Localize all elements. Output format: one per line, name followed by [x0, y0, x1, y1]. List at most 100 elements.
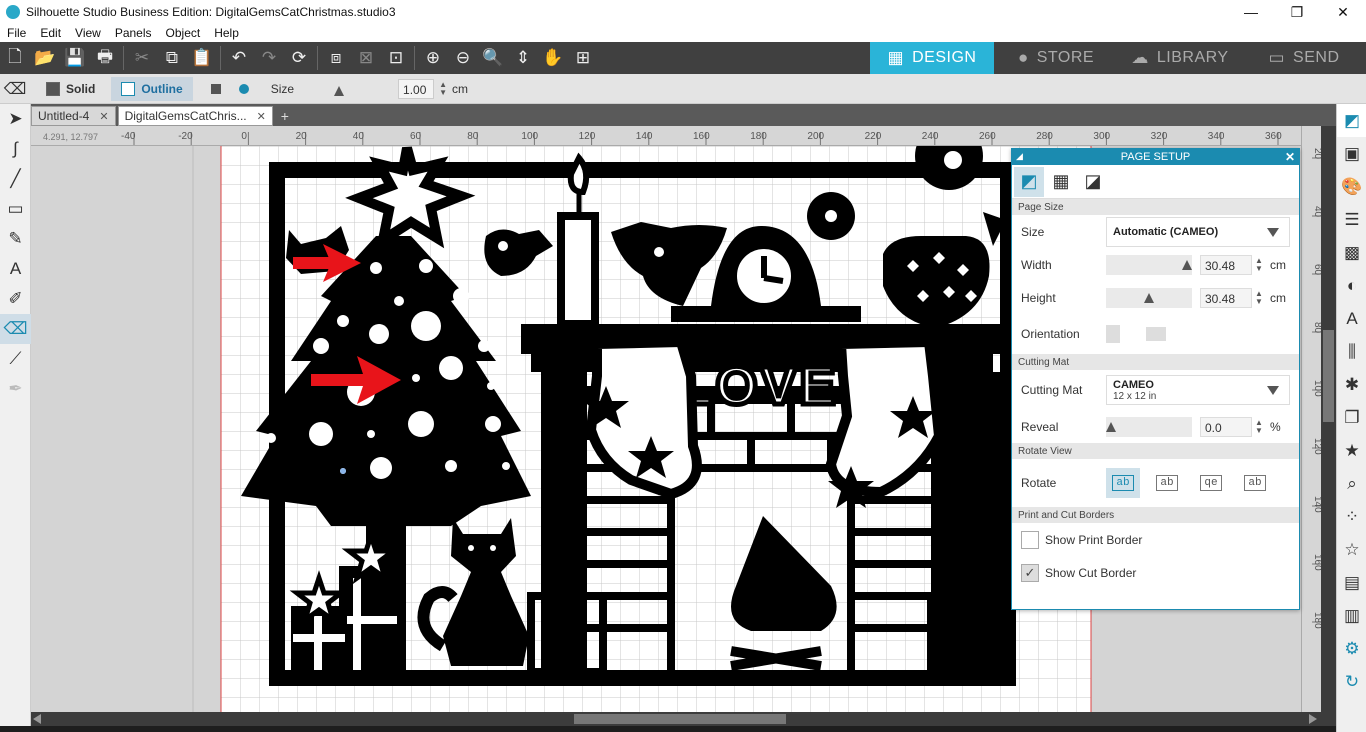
cut-icon[interactable]: ✂	[127, 43, 157, 73]
show-print-border-checkbox[interactable]	[1021, 530, 1039, 549]
size-dropdown[interactable]: Automatic (CAMEO)	[1106, 216, 1290, 247]
eraser-tool-icon[interactable]: ⌫	[0, 314, 31, 344]
zoom-selection-icon[interactable]: 🔍	[478, 43, 508, 73]
rotate-180-button[interactable]: qe	[1194, 468, 1228, 498]
show-cut-border-checkbox[interactable]: ✓	[1021, 563, 1039, 582]
background-tab-icon[interactable]: ◪	[1078, 167, 1108, 197]
width-slider[interactable]	[1106, 254, 1192, 275]
refresh-icon[interactable]: ⟳	[284, 43, 314, 73]
tab-design[interactable]: ▦ DESIGN	[870, 42, 994, 74]
height-slider[interactable]	[1106, 287, 1192, 308]
page-setup-icon[interactable]: ◩	[1337, 104, 1366, 137]
height-spinner[interactable]: ▲ ▼	[1254, 289, 1264, 306]
rotate-0-button[interactable]: ab	[1106, 468, 1140, 498]
eyedropper-icon[interactable]: ✒	[0, 374, 31, 404]
knife-tool-icon[interactable]: ⟋	[0, 344, 31, 374]
select-tool-icon[interactable]: ➤	[0, 104, 31, 134]
rectangle-tool-icon[interactable]: ▭	[0, 194, 31, 224]
horizontal-scrollbar[interactable]	[31, 712, 1321, 726]
line-tool-icon[interactable]: ╱	[0, 164, 31, 194]
tab-send[interactable]: ▭ SEND	[1242, 42, 1366, 74]
reveal-slider-handle[interactable]	[1106, 421, 1116, 432]
menu-file[interactable]: File	[0, 26, 33, 40]
transform-icon[interactable]: ✱	[1337, 368, 1366, 401]
slider-handle[interactable]	[334, 85, 345, 96]
zoom-in-icon[interactable]: ⊕	[418, 43, 448, 73]
add-tab-button[interactable]: +	[275, 106, 295, 126]
paste-icon[interactable]: 📋	[187, 43, 217, 73]
zoom-out-icon[interactable]: ⊖	[448, 43, 478, 73]
layers-icon[interactable]: ▤	[1337, 566, 1366, 599]
pen-tool-icon[interactable]: ✎	[0, 224, 31, 254]
height-slider-handle[interactable]	[1144, 292, 1154, 303]
panel-collapse-icon[interactable]: ◢	[1016, 151, 1023, 162]
vertical-scrollbar[interactable]	[1321, 126, 1336, 726]
reveal-slider[interactable]	[1106, 416, 1192, 437]
height-input[interactable]: 30.48	[1200, 287, 1252, 308]
menu-edit[interactable]: Edit	[33, 26, 68, 40]
fit-to-page-icon[interactable]: ⊞	[568, 43, 598, 73]
maximize-button[interactable]: ❐	[1274, 0, 1320, 24]
compound-path-icon[interactable]: ⊡	[381, 43, 411, 73]
scroll-left-arrow-icon[interactable]	[33, 714, 41, 724]
reveal-input[interactable]: 0.0	[1200, 416, 1252, 437]
copy-icon[interactable]: ⧉	[157, 43, 187, 73]
portrait-icon[interactable]	[1106, 325, 1120, 343]
shapes-star-icon[interactable]: ★	[1337, 434, 1366, 467]
trace-icon[interactable]: ⌕	[1337, 467, 1366, 500]
save-icon[interactable]: 💾	[60, 43, 90, 73]
align-icon[interactable]: ⫼	[1337, 335, 1366, 368]
vertical-scroll-thumb[interactable]	[1323, 330, 1334, 422]
color-palette-icon[interactable]: 🎨	[1337, 170, 1366, 203]
close-tab-icon[interactable]: ✕	[99, 110, 108, 123]
close-button[interactable]: ✕	[1320, 0, 1366, 24]
star-outline-icon[interactable]: ☆	[1337, 533, 1366, 566]
menu-help[interactable]: Help	[207, 26, 246, 40]
ungroup-icon[interactable]: ⊠	[351, 43, 381, 73]
love-text[interactable]: LOVE	[677, 354, 838, 419]
redo-icon[interactable]: ↷	[254, 43, 284, 73]
round-tip-icon[interactable]	[238, 83, 249, 94]
outline-button[interactable]: Outline	[111, 76, 193, 101]
menu-panels[interactable]: Panels	[108, 26, 159, 40]
menu-object[interactable]: Object	[159, 26, 208, 40]
rotate-90-button[interactable]: ab	[1150, 468, 1184, 498]
page-tab-icon[interactable]: ◩	[1014, 166, 1044, 197]
drag-zoom-icon[interactable]: ⇕	[508, 43, 538, 73]
text-tool-icon[interactable]: A	[0, 254, 31, 284]
grid-tab-icon[interactable]: ▦	[1046, 167, 1076, 197]
sketch-tool-icon[interactable]: ✐	[0, 284, 31, 314]
settings-gear-icon[interactable]: ⚙	[1337, 632, 1366, 665]
replicate-icon[interactable]: ❐	[1337, 401, 1366, 434]
offset-icon[interactable]: ⁘	[1337, 500, 1366, 533]
horizontal-scroll-thumb[interactable]	[574, 714, 786, 724]
size-spinner[interactable]: ▲ ▼	[438, 80, 448, 97]
doc-tab-cat-christmas[interactable]: DigitalGemsCatChris... ✕	[117, 106, 273, 126]
transparency-icon[interactable]: ◐	[1337, 269, 1366, 302]
scroll-right-arrow-icon[interactable]	[1309, 714, 1317, 724]
group-icon[interactable]: ⧈	[321, 43, 351, 73]
pixscan-icon[interactable]: ▣	[1337, 137, 1366, 170]
text-style-icon[interactable]: A	[1337, 302, 1366, 335]
doc-tab-untitled[interactable]: Untitled-4 ✕	[31, 106, 116, 126]
reveal-spinner[interactable]: ▲ ▼	[1254, 418, 1264, 435]
pan-hand-icon[interactable]: ✋	[538, 43, 568, 73]
undo-icon[interactable]: ↶	[224, 43, 254, 73]
width-input[interactable]: 30.48	[1200, 254, 1252, 275]
cutting-mat-dropdown[interactable]: CAMEO 12 x 12 in	[1106, 375, 1290, 405]
panel-close-button[interactable]: ✕	[1285, 150, 1295, 164]
square-tip-icon[interactable]	[210, 83, 221, 94]
close-tab-icon[interactable]: ✕	[257, 110, 266, 123]
width-slider-handle[interactable]	[1182, 259, 1192, 270]
print-icon[interactable]: 🖶	[90, 43, 120, 73]
library-icon[interactable]: ▥	[1337, 599, 1366, 632]
rotate-270-button[interactable]: ab	[1238, 468, 1272, 498]
sync-icon[interactable]: ↻	[1337, 665, 1366, 698]
minimize-button[interactable]: —	[1228, 0, 1274, 24]
new-file-icon[interactable]: 🗋	[0, 43, 30, 73]
size-input[interactable]: 1.00	[398, 78, 435, 99]
menu-view[interactable]: View	[68, 26, 108, 40]
solid-button[interactable]: Solid	[36, 77, 105, 101]
width-spinner[interactable]: ▲ ▼	[1254, 256, 1264, 273]
tab-library[interactable]: ☁ LIBRARY	[1118, 42, 1242, 74]
